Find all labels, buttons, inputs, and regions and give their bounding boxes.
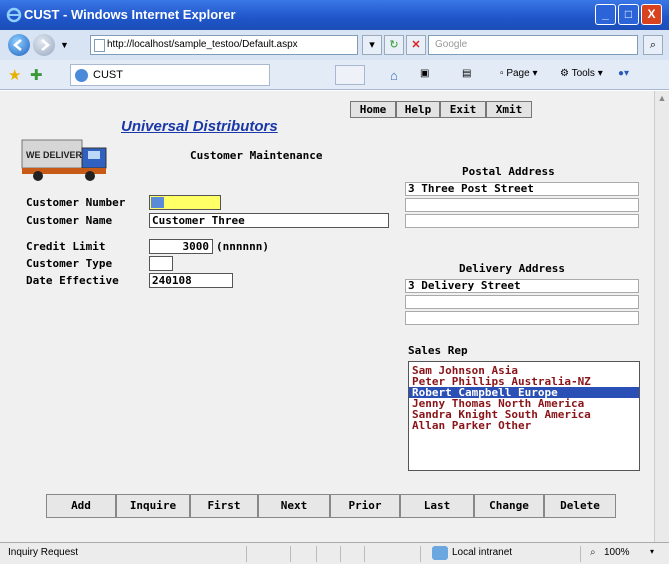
date-effective-field[interactable]: 240108 — [149, 273, 233, 288]
history-dropdown-icon[interactable]: ▼ — [60, 40, 69, 50]
sales-rep-option[interactable]: Allan Parker Other — [409, 420, 639, 431]
customer-name-label: Customer Name — [26, 214, 113, 227]
home-icon[interactable]: ⌂ — [390, 68, 398, 83]
xmit-button[interactable]: Xmit — [486, 101, 532, 118]
delete-button[interactable]: Delete — [544, 494, 616, 518]
postal-address-line-2[interactable] — [405, 198, 639, 212]
sales-rep-listbox[interactable]: Sam Johnson Asia Peter Phillips Australi… — [408, 361, 640, 471]
inquire-button[interactable]: Inquire — [116, 494, 190, 518]
search-icon[interactable]: ⌕ — [643, 35, 663, 55]
address-toolbar: ▼ http://localhost/sample_testoo/Default… — [0, 30, 669, 60]
change-button[interactable]: Change — [474, 494, 544, 518]
vertical-scrollbar[interactable]: ▲ — [654, 91, 669, 542]
favorites-star-icon[interactable]: ★ — [8, 66, 21, 84]
help-button[interactable]: Help — [396, 101, 440, 118]
cursor-marker — [151, 197, 164, 208]
customer-type-field[interactable] — [149, 256, 173, 271]
back-button[interactable] — [8, 34, 30, 56]
status-divider — [364, 546, 365, 562]
stop-icon[interactable]: ✕ — [406, 35, 426, 55]
customer-name-field[interactable]: Customer Three — [149, 213, 389, 228]
delivery-address-line-1[interactable]: 3 Delivery Street — [405, 279, 639, 293]
next-button[interactable]: Next — [258, 494, 330, 518]
date-effective-label: Date Effective — [26, 274, 119, 287]
refresh-icon[interactable]: ↻ — [384, 35, 404, 55]
svg-text:WE DELIVER: WE DELIVER — [26, 150, 83, 160]
truck-logo: WE DELIVER — [18, 134, 110, 182]
credit-limit-field[interactable]: 3000 — [149, 239, 213, 254]
add-button[interactable]: Add — [46, 494, 116, 518]
credit-limit-hint: (nnnnnn) — [216, 240, 269, 253]
tab-label: CUST — [93, 69, 123, 81]
intranet-globe-icon — [432, 546, 448, 560]
address-input[interactable]: http://localhost/sample_testoo/Default.a… — [90, 35, 358, 55]
postal-address-line-1[interactable]: 3 Three Post Street — [405, 182, 639, 196]
title-bar: CUST - Windows Internet Explorer _ □ X — [0, 0, 669, 30]
help-icon[interactable]: ●▾ — [618, 68, 629, 79]
sales-rep-heading: Sales Rep — [408, 344, 468, 357]
add-favorites-icon[interactable]: ✚ — [30, 66, 43, 84]
delivery-address-heading: Delivery Address — [459, 262, 565, 275]
forward-button[interactable] — [33, 34, 55, 56]
status-divider — [246, 546, 247, 562]
zone-label: Local intranet — [452, 547, 513, 558]
status-divider — [340, 546, 341, 562]
page-content: Home Help Exit Xmit Universal Distributo… — [0, 91, 654, 542]
status-text: Inquiry Request — [8, 547, 79, 558]
status-divider — [290, 546, 291, 562]
customer-type-label: Customer Type — [26, 257, 113, 270]
maximize-button[interactable]: □ — [618, 4, 639, 25]
postal-address-line-3[interactable] — [405, 214, 639, 228]
company-link[interactable]: Universal Distributors — [121, 118, 278, 135]
tab-cust[interactable]: CUST — [70, 64, 270, 86]
zoom-dropdown-icon[interactable]: ▾ — [650, 547, 654, 556]
tools-menu-label: Tools — [571, 68, 595, 79]
scroll-up-icon[interactable]: ▲ — [655, 93, 669, 103]
exit-button[interactable]: Exit — [440, 101, 486, 118]
search-input[interactable]: Google — [428, 35, 638, 55]
tab-ie-icon — [75, 69, 88, 82]
tab-bar: ★ ✚ CUST ⌂ ▣ ▤ ▫ Page ▾ ⚙ Tools ▾ ●▾ — [0, 60, 669, 90]
status-divider — [420, 546, 421, 562]
address-dropdown-icon[interactable]: ▾ — [362, 35, 382, 55]
form-title: Customer Maintenance — [190, 149, 323, 162]
window-title: CUST - Windows Internet Explorer — [24, 7, 236, 22]
new-tab-button[interactable] — [335, 65, 365, 85]
page-menu[interactable]: ▫ Page ▾ — [500, 68, 538, 79]
page-menu-label: Page — [506, 68, 530, 79]
customer-number-label: Customer Number — [26, 196, 126, 209]
last-button[interactable]: Last — [400, 494, 474, 518]
delivery-address-line-3[interactable] — [405, 311, 639, 325]
ie-icon — [6, 7, 22, 23]
home-button[interactable]: Home — [350, 101, 396, 118]
page-icon — [94, 39, 105, 52]
close-button[interactable]: X — [641, 4, 662, 25]
tools-menu[interactable]: ⚙ Tools ▾ — [560, 68, 603, 79]
zoom-level[interactable]: 100% — [604, 547, 630, 558]
status-divider — [580, 546, 581, 562]
credit-limit-label: Credit Limit — [26, 240, 106, 253]
minimize-button[interactable]: _ — [595, 4, 616, 25]
address-url: http://localhost/sample_testoo/Default.a… — [107, 39, 298, 50]
postal-address-heading: Postal Address — [462, 165, 555, 178]
delivery-address-line-2[interactable] — [405, 295, 639, 309]
feeds-icon[interactable]: ▣ — [420, 68, 429, 79]
first-button[interactable]: First — [190, 494, 258, 518]
print-icon[interactable]: ▤ — [462, 68, 471, 79]
zoom-icon[interactable]: ⌕ — [590, 547, 596, 558]
prior-button[interactable]: Prior — [330, 494, 400, 518]
status-bar: Inquiry Request Local intranet ⌕ 100% ▾ — [0, 542, 669, 564]
status-divider — [316, 546, 317, 562]
